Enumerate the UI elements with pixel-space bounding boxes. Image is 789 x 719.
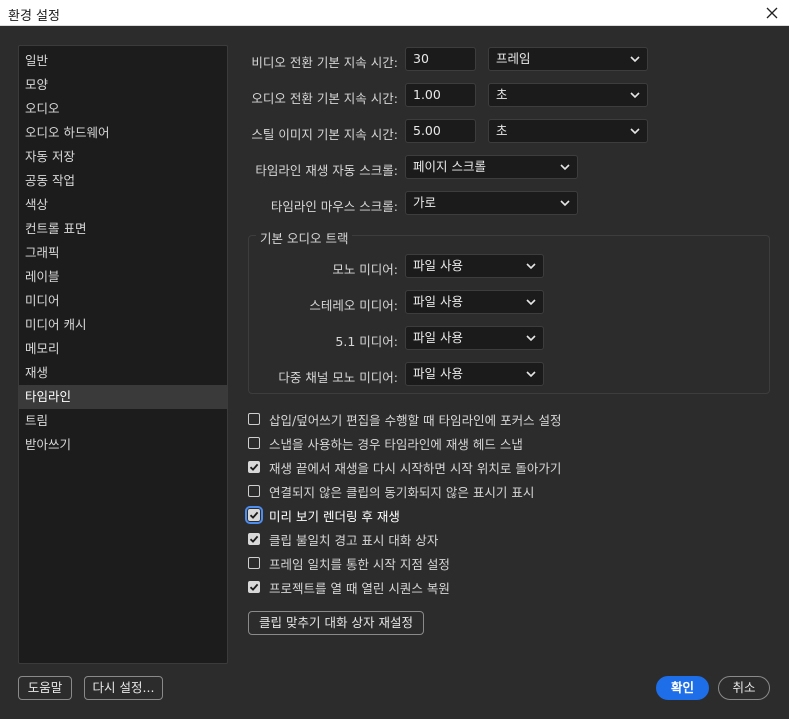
default-audio-tracks-title: 기본 오디오 트랙 (256, 228, 353, 247)
surround-media-dropdown[interactable]: 파일 사용 (405, 326, 544, 350)
checkbox-label: 재생 끝에서 재생을 다시 시작하면 시작 위치로 돌아가기 (269, 460, 562, 476)
close-icon (766, 7, 778, 19)
multichannel-mono-media-dropdown[interactable]: 파일 사용 (405, 362, 544, 386)
checkbox-label: 삽입/덮어쓰기 편집을 수행할 때 타임라인에 포커스 설정 (269, 412, 562, 428)
checkbox-row[interactable]: 스냅을 사용하는 경우 타임라인에 재생 헤드 스냅 (248, 433, 523, 453)
sidebar-item[interactable]: 받아쓰기 (19, 433, 227, 457)
help-button[interactable]: 도움말 (18, 676, 72, 700)
checkmark-icon (249, 535, 259, 543)
still-image-unit-dropdown[interactable]: 초 (488, 119, 648, 143)
sidebar-item[interactable]: 모양 (19, 73, 227, 97)
checkbox-row[interactable]: 클립 불일치 경고 표시 대화 상자 (248, 529, 438, 549)
checkbox-row[interactable]: 연결되지 않은 클립의 동기화되지 않은 표시기 표시 (248, 481, 534, 501)
sidebar-item[interactable]: 트림 (19, 409, 227, 433)
checkbox-row[interactable]: 프로젝트를 열 때 열린 시퀀스 복원 (248, 577, 450, 597)
chevron-down-icon (630, 56, 640, 63)
mono-media-dropdown[interactable]: 파일 사용 (405, 254, 544, 278)
checkbox-label: 클립 불일치 경고 표시 대화 상자 (269, 532, 439, 548)
video-transition-duration-label: 비디오 전환 기본 지속 시간: (251, 55, 398, 70)
multichannel-mono-media-value: 파일 사용 (413, 366, 463, 381)
surround-media-value: 파일 사용 (413, 330, 463, 345)
playback-auto-scroll-value: 페이지 스크롤 (413, 159, 486, 174)
chevron-down-icon (526, 299, 536, 306)
sidebar-item[interactable]: 색상 (19, 193, 227, 217)
sidebar-item[interactable]: 오디오 (19, 97, 227, 121)
sidebar-item[interactable]: 재생 (19, 361, 227, 385)
mouse-scroll-dropdown[interactable]: 가로 (405, 191, 578, 215)
window-title: 환경 설정 (8, 9, 60, 24)
checkbox[interactable] (248, 437, 260, 449)
checkmark-icon (249, 583, 259, 591)
checkbox-label: 프레임 일치를 통한 시작 지점 설정 (269, 556, 450, 572)
checkbox[interactable] (248, 581, 260, 593)
checkbox-row[interactable]: 미리 보기 렌더링 후 재생 (245, 505, 400, 525)
chevron-down-icon (526, 263, 536, 270)
sidebar-item[interactable]: 자동 저장 (19, 145, 227, 169)
surround-media-label: 5.1 미디어: (335, 334, 398, 349)
mouse-scroll-value: 가로 (413, 195, 437, 210)
checkbox-row[interactable]: 재생 끝에서 재생을 다시 시작하면 시작 위치로 돌아가기 (248, 457, 561, 477)
video-transition-unit-dropdown[interactable]: 프레임 (488, 47, 648, 71)
video-transition-unit-value: 프레임 (496, 51, 531, 66)
stereo-media-label: 스테레오 미디어: (309, 298, 398, 313)
checkmark-icon (249, 511, 259, 519)
mono-media-value: 파일 사용 (413, 258, 463, 273)
checkbox-row[interactable]: 삽입/덮어쓰기 편집을 수행할 때 타임라인에 포커스 설정 (248, 409, 562, 429)
checkbox-label: 연결되지 않은 클립의 동기화되지 않은 표시기 표시 (269, 484, 535, 500)
still-image-duration-input[interactable]: 5.00 (405, 119, 476, 143)
reset-button[interactable]: 다시 설정... (84, 676, 163, 700)
checkbox-label: 스냅을 사용하는 경우 타임라인에 재생 헤드 스냅 (269, 436, 523, 452)
audio-transition-unit-value: 초 (496, 87, 508, 102)
reset-clip-fit-dialog-button[interactable]: 클립 맞추기 대화 상자 재설정 (248, 611, 424, 635)
sidebar-item[interactable]: 오디오 하드웨어 (19, 121, 227, 145)
checkbox[interactable] (248, 533, 260, 545)
sidebar-item[interactable]: 미디어 (19, 289, 227, 313)
video-transition-duration-input[interactable]: 30 (405, 47, 476, 71)
title-bar: 환경 설정 (0, 0, 789, 26)
sidebar-item[interactable]: 미디어 캐시 (19, 313, 227, 337)
still-image-duration-label: 스틸 이미지 기본 지속 시간: (251, 127, 398, 142)
sidebar-item[interactable]: 컨트롤 표면 (19, 217, 227, 241)
checkbox[interactable] (245, 506, 263, 524)
sidebar-item[interactable]: 일반 (19, 49, 227, 73)
chevron-down-icon (560, 200, 570, 207)
mono-media-label: 모노 미디어: (332, 262, 398, 277)
preferences-category-list: 일반 모양 오디오 오디오 하드웨어 자동 저장 공동 작업 색상 컨트롤 표면 그래픽 레이블 미… (18, 45, 228, 664)
checkbox[interactable] (248, 557, 260, 569)
sidebar-item[interactable]: 그래픽 (19, 241, 227, 265)
cancel-button[interactable]: 취소 (718, 676, 770, 700)
multichannel-mono-media-label: 다중 채널 모노 미디어: (278, 370, 398, 385)
sidebar-item[interactable]: 공동 작업 (19, 169, 227, 193)
stereo-media-value: 파일 사용 (413, 294, 463, 309)
checkbox-row[interactable]: 프레임 일치를 통한 시작 지점 설정 (248, 553, 450, 573)
chevron-down-icon (526, 335, 536, 342)
checkbox[interactable] (248, 413, 260, 425)
playback-auto-scroll-label: 타임라인 재생 자동 스크롤: (255, 163, 398, 178)
checkbox-label: 프로젝트를 열 때 열린 시퀀스 복원 (269, 580, 450, 596)
chevron-down-icon (526, 371, 536, 378)
ok-button[interactable]: 확인 (656, 676, 709, 700)
chevron-down-icon (630, 92, 640, 99)
stereo-media-dropdown[interactable]: 파일 사용 (405, 290, 544, 314)
checkmark-icon (249, 463, 259, 471)
audio-transition-unit-dropdown[interactable]: 초 (488, 83, 648, 107)
audio-transition-duration-label: 오디오 전환 기본 지속 시간: (251, 91, 398, 106)
checkbox-label: 미리 보기 렌더링 후 재생 (269, 508, 400, 524)
checkbox[interactable] (248, 461, 260, 473)
checkbox[interactable] (248, 485, 260, 497)
mouse-scroll-label: 타임라인 마우스 스크롤: (270, 199, 398, 214)
still-image-unit-value: 초 (496, 123, 508, 138)
chevron-down-icon (630, 128, 640, 135)
playback-auto-scroll-dropdown[interactable]: 페이지 스크롤 (405, 155, 578, 179)
sidebar-item[interactable]: 레이블 (19, 265, 227, 289)
chevron-down-icon (560, 164, 570, 171)
sidebar-item[interactable]: 타임라인 (19, 385, 227, 409)
audio-transition-duration-input[interactable]: 1.00 (405, 83, 476, 107)
close-button[interactable] (761, 2, 783, 24)
sidebar-item[interactable]: 메모리 (19, 337, 227, 361)
